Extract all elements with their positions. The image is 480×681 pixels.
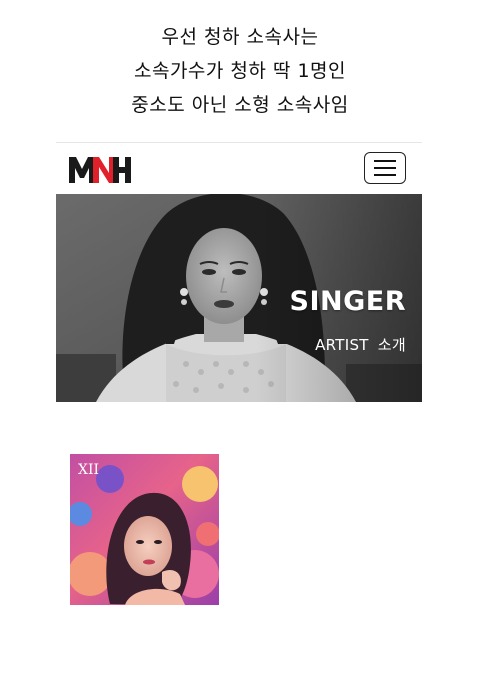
album-cover[interactable]: XII: [70, 454, 219, 605]
hamburger-icon: [374, 174, 396, 176]
page: 우선 청하 소속사는 소속가수가 청하 딱 1명인 중소도 아닌 소형 소속사임: [0, 0, 480, 681]
caption-line: 우선 청하 소속사는: [161, 26, 319, 48]
menu-toggle-button[interactable]: [364, 152, 406, 184]
album-artwork: XII: [70, 454, 219, 605]
album-title-mark: XII: [78, 462, 99, 478]
hero-title: SINGER: [289, 286, 406, 317]
caption-line: 소속가수가 청하 딱 1명인: [133, 60, 346, 82]
caption-text: 우선 청하 소속사는 소속가수가 청하 딱 1명인 중소도 아닌 소형 소속사임: [0, 20, 480, 122]
hero-subtitle: ARTIST 소개: [315, 336, 406, 354]
mnh-logo-icon: [69, 157, 131, 183]
hamburger-icon: [374, 167, 396, 169]
caption-line: 중소도 아닌 소형 소속사임: [131, 94, 349, 116]
hamburger-icon: [374, 160, 396, 162]
top-navbar: [56, 143, 422, 194]
hero-banner: SINGER ARTIST 소개: [56, 194, 422, 402]
brand-logo[interactable]: [69, 155, 131, 183]
